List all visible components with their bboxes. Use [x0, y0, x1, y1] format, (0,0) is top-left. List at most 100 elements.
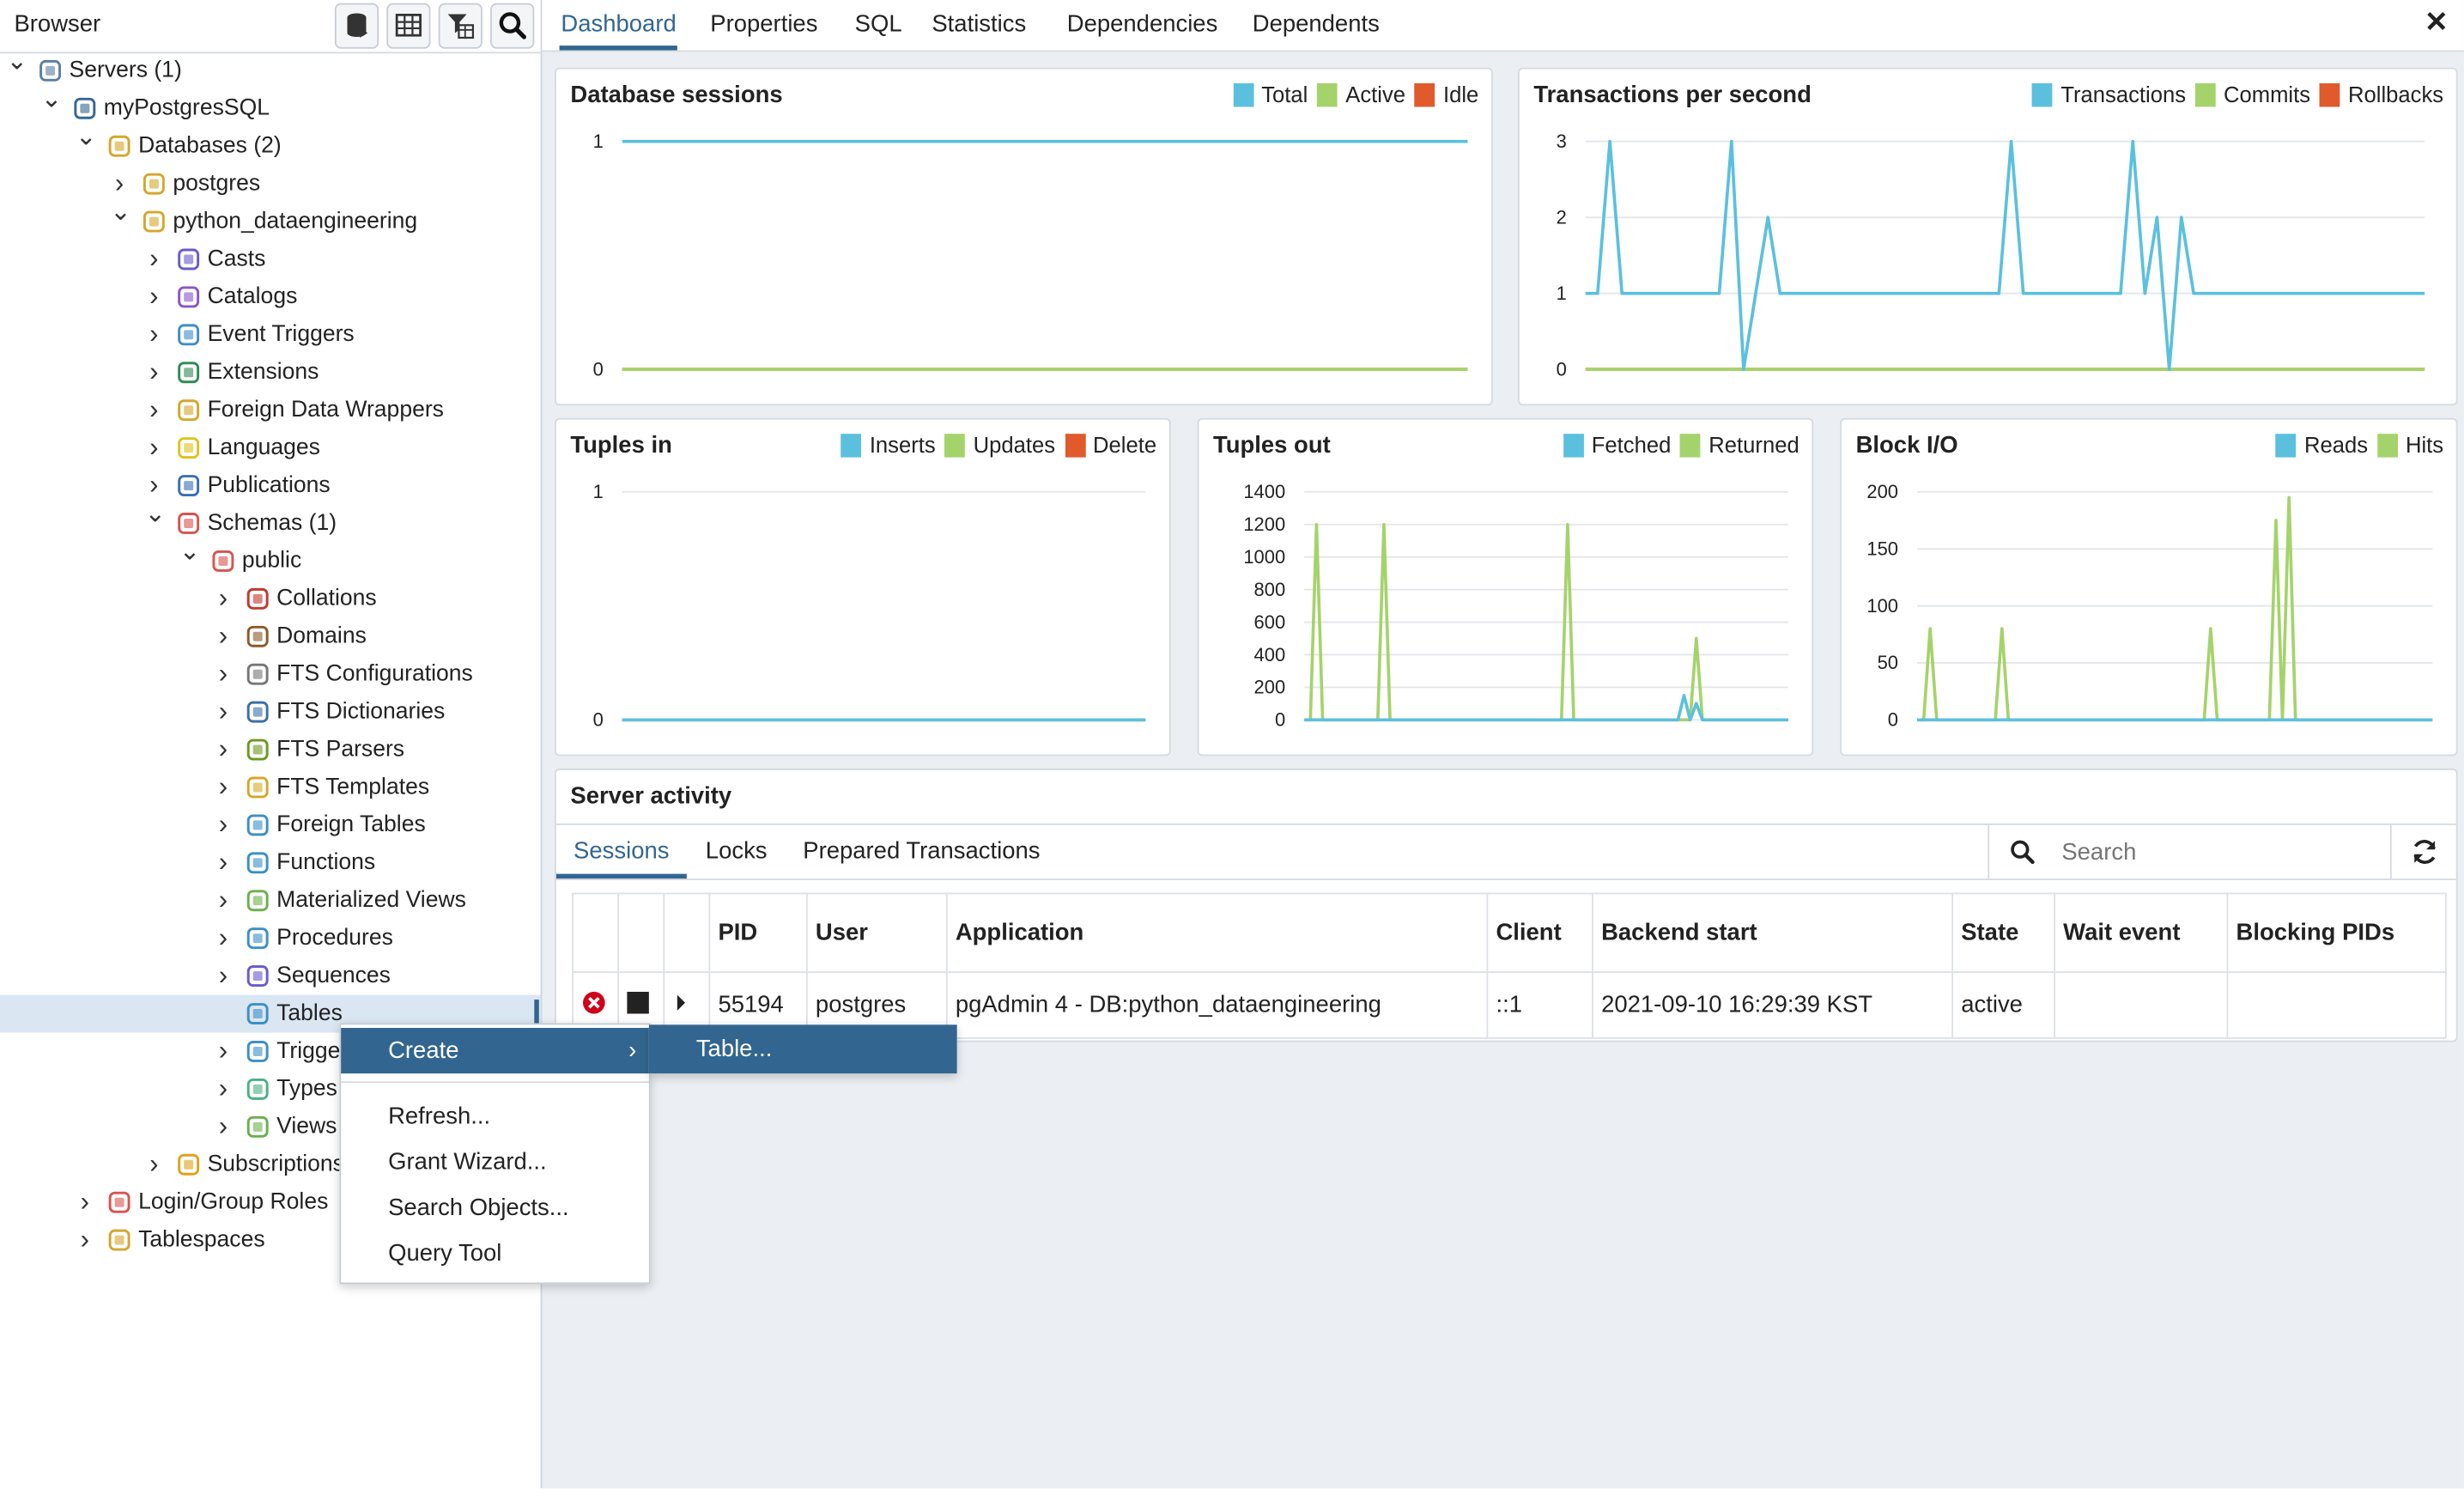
- chevron-right-icon[interactable]: ›: [214, 617, 233, 655]
- chevron-down-icon[interactable]: ⌄: [144, 496, 166, 534]
- legend-swatch: [1233, 82, 1254, 106]
- tree-item[interactable]: ⌄ Servers (1): [0, 49, 541, 89]
- database-icon[interactable]: [334, 3, 379, 49]
- tree-item[interactable]: › Procedures: [0, 920, 541, 957]
- chevron-right-icon[interactable]: ›: [144, 240, 163, 278]
- tree-item[interactable]: › FTS Dictionaries: [0, 693, 541, 731]
- tree-item[interactable]: › Domains: [0, 617, 541, 655]
- chevron-right-icon[interactable]: ›: [76, 1183, 94, 1221]
- subscriptions-icon: [176, 1152, 201, 1177]
- tree-item[interactable]: › Functions: [0, 844, 541, 882]
- schema-icon: [210, 549, 235, 574]
- caret-right-icon: [677, 994, 686, 1011]
- tree-item[interactable]: › FTS Parsers: [0, 731, 541, 769]
- tree-item[interactable]: ⌄ python_dataengineering: [0, 199, 541, 240]
- tree-item[interactable]: › postgres: [0, 165, 541, 203]
- menu-item-table[interactable]: Table...: [648, 1024, 957, 1074]
- tab-locks[interactable]: Locks: [706, 825, 768, 878]
- tree-item[interactable]: ⌄ Databases (2): [0, 125, 541, 165]
- table-header-row: PID User Application Client Backend star…: [572, 892, 2447, 973]
- menu-item-grant-wizard[interactable]: Grant Wizard...: [341, 1140, 649, 1185]
- chart-legend: Total Active Idle: [1233, 82, 1478, 106]
- menu-item-search-objects[interactable]: Search Objects...: [341, 1185, 649, 1231]
- col-pid[interactable]: PID: [708, 892, 808, 973]
- menu-divider: [341, 1081, 649, 1084]
- search-icon[interactable]: [490, 3, 535, 49]
- roles-icon: [106, 1190, 131, 1215]
- mat-view-icon: [246, 888, 270, 913]
- chevron-right-icon[interactable]: ›: [214, 957, 233, 995]
- tree-item[interactable]: › Catalogs: [0, 278, 541, 316]
- chevron-right-icon[interactable]: ›: [214, 731, 233, 769]
- chevron-right-icon[interactable]: ›: [144, 392, 163, 429]
- y-tick-label: 1400: [1243, 481, 1285, 502]
- chevron-right-icon[interactable]: ›: [144, 278, 163, 316]
- col-blocking-pids[interactable]: Blocking PIDs: [2226, 892, 2447, 973]
- tab-dependencies[interactable]: Dependencies: [1067, 0, 1218, 51]
- tree-item[interactable]: › Foreign Data Wrappers: [0, 392, 541, 429]
- chevron-right-icon[interactable]: ›: [76, 1221, 94, 1259]
- tree-item[interactable]: › Collations: [0, 580, 541, 617]
- legend-swatch: [1563, 433, 1584, 457]
- tree-item[interactable]: › Casts: [0, 240, 541, 278]
- tab-sql[interactable]: SQL: [855, 0, 902, 51]
- chevron-right-icon[interactable]: ›: [214, 1033, 233, 1071]
- menu-item-create[interactable]: Create ›: [341, 1028, 649, 1074]
- menu-item-query-tool[interactable]: Query Tool: [341, 1231, 649, 1276]
- tab-prepared-transactions[interactable]: Prepared Transactions: [803, 825, 1040, 878]
- chevron-right-icon[interactable]: ›: [214, 1070, 233, 1108]
- chevron-right-icon[interactable]: ›: [144, 429, 163, 467]
- chevron-right-icon[interactable]: ›: [144, 316, 163, 354]
- tree-item[interactable]: › FTS Templates: [0, 769, 541, 806]
- tree-item[interactable]: › Extensions: [0, 354, 541, 392]
- tree-item[interactable]: › Languages: [0, 429, 541, 467]
- tree-item[interactable]: ⌄ public: [0, 539, 541, 580]
- chevron-down-icon[interactable]: ⌄: [110, 195, 131, 233]
- chevron-right-icon[interactable]: ›: [144, 1146, 163, 1183]
- views-icon: [246, 1115, 270, 1140]
- chevron-right-icon[interactable]: ›: [214, 844, 233, 882]
- servers-icon: [38, 58, 63, 83]
- series-line-hits: [1916, 495, 2433, 722]
- search-input[interactable]: [2058, 831, 2380, 872]
- tab-dependents[interactable]: Dependents: [1253, 0, 1380, 51]
- col-client[interactable]: Client: [1486, 892, 1593, 973]
- chevron-down-icon[interactable]: ⌄: [6, 44, 27, 82]
- tab-properties[interactable]: Properties: [710, 0, 817, 51]
- chevron-right-icon[interactable]: ›: [214, 1108, 233, 1146]
- close-icon[interactable]: ✕: [2425, 6, 2449, 39]
- tree-item[interactable]: › Publications: [0, 467, 541, 505]
- chevron-right-icon[interactable]: ›: [144, 354, 163, 392]
- col-user[interactable]: User: [805, 892, 948, 973]
- tab-statistics[interactable]: Statistics: [932, 0, 1026, 51]
- legend-swatch: [2276, 433, 2297, 457]
- legend-swatch: [2032, 82, 2054, 106]
- chevron-right-icon[interactable]: ›: [214, 769, 233, 806]
- chevron-right-icon[interactable]: ›: [214, 693, 233, 731]
- filter-table-icon[interactable]: [438, 3, 482, 49]
- chevron-right-icon[interactable]: ›: [214, 882, 233, 920]
- chevron-right-icon[interactable]: ›: [214, 655, 233, 693]
- table-icon[interactable]: [386, 3, 431, 49]
- menu-item-refresh[interactable]: Refresh...: [341, 1094, 649, 1140]
- tree-item[interactable]: › Materialized Views: [0, 882, 541, 920]
- col-wait-event[interactable]: Wait event: [2054, 892, 2229, 973]
- chevron-right-icon[interactable]: ›: [214, 806, 233, 844]
- chevron-right-icon[interactable]: ›: [214, 920, 233, 957]
- col-backend-start[interactable]: Backend start: [1592, 892, 1954, 973]
- col-state[interactable]: State: [1951, 892, 2056, 973]
- browser-header: Browser: [0, 0, 541, 54]
- chevron-down-icon[interactable]: ⌄: [41, 82, 63, 119]
- tree-item[interactable]: › Sequences: [0, 957, 541, 995]
- chevron-down-icon[interactable]: ⌄: [76, 119, 97, 157]
- tab-sessions[interactable]: Sessions: [555, 825, 687, 879]
- col-application[interactable]: Application: [945, 892, 1489, 973]
- tree-item[interactable]: › Foreign Tables: [0, 806, 541, 844]
- tab-dashboard[interactable]: Dashboard: [559, 0, 678, 51]
- tree-item[interactable]: › Event Triggers: [0, 316, 541, 354]
- chevron-down-icon[interactable]: ⌄: [179, 534, 201, 572]
- refresh-button[interactable]: [2389, 824, 2456, 879]
- tree-item[interactable]: › FTS Configurations: [0, 655, 541, 693]
- chevron-right-icon[interactable]: ›: [214, 580, 233, 617]
- tree-item[interactable]: ⌄ Schemas (1): [0, 501, 541, 543]
